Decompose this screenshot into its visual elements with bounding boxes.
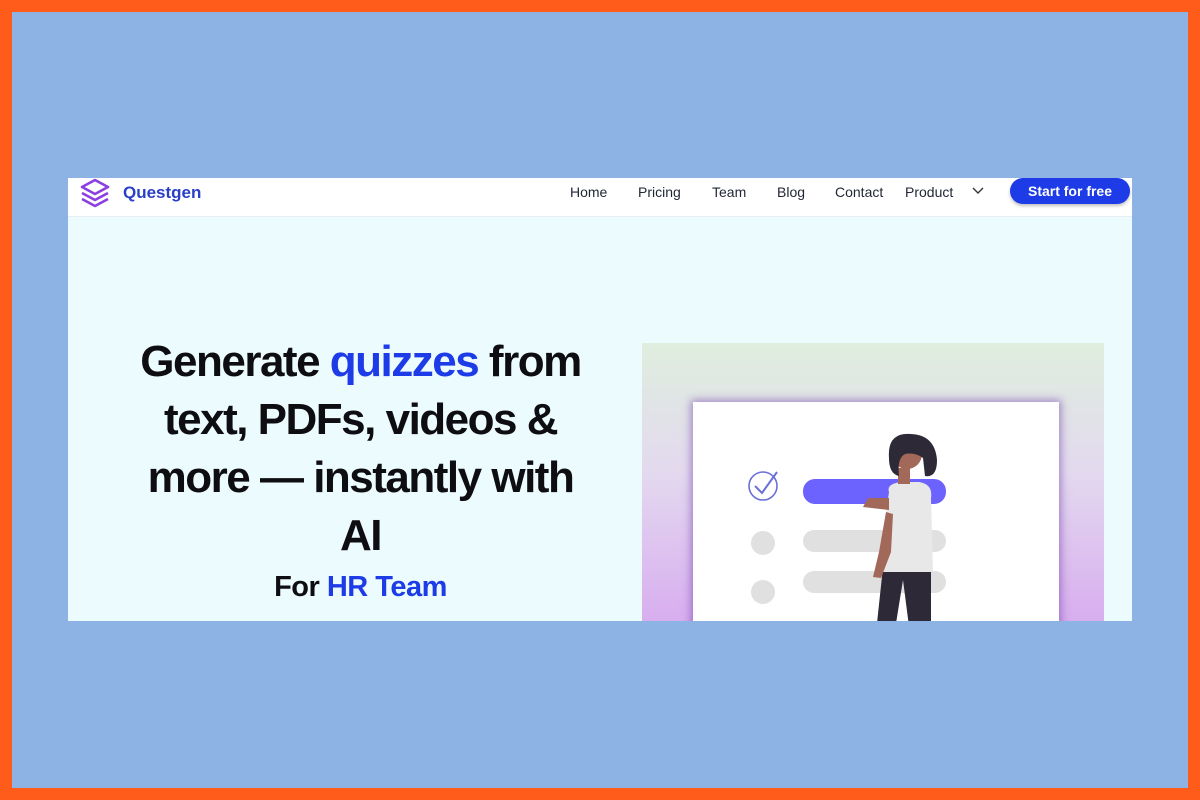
sub-text: For xyxy=(274,571,327,603)
person-with-checklist-illustration xyxy=(748,433,946,621)
headline-text: AI xyxy=(340,511,383,560)
nav-product[interactable]: Product xyxy=(905,184,953,200)
nav-contact[interactable]: Contact xyxy=(835,184,883,200)
nav-blog[interactable]: Blog xyxy=(777,184,805,200)
hero-subheadline: For HR Team xyxy=(88,571,633,604)
sub-highlight: HR Team xyxy=(326,571,448,603)
nav-home[interactable]: Home xyxy=(570,184,607,200)
headline-highlight: quizzes xyxy=(329,337,480,386)
start-for-free-button[interactable]: Start for free xyxy=(1010,178,1130,204)
list-bullet xyxy=(751,580,775,604)
headline-text: more — instantly with xyxy=(147,453,575,502)
illustration-panel xyxy=(642,343,1104,621)
headline-text: text, PDFs, videos & xyxy=(163,395,559,444)
headline-text: Generate xyxy=(140,337,330,386)
illustration-card xyxy=(693,402,1059,621)
hero-headline: Generate quizzes from text, PDFs, videos… xyxy=(88,333,633,565)
brand-name[interactable]: Questgen xyxy=(123,183,201,203)
check-circle-icon xyxy=(748,471,778,501)
nav-team[interactable]: Team xyxy=(712,184,746,200)
list-bullet xyxy=(751,531,775,555)
headline-text: from xyxy=(478,337,582,386)
top-navbar: Questgen Home Pricing Team Blog Contact … xyxy=(68,178,1132,217)
chevron-down-icon[interactable] xyxy=(972,187,984,195)
nav-pricing[interactable]: Pricing xyxy=(638,184,681,200)
layers-stack-icon[interactable] xyxy=(80,178,110,208)
website-screenshot: Questgen Home Pricing Team Blog Contact … xyxy=(68,178,1132,621)
